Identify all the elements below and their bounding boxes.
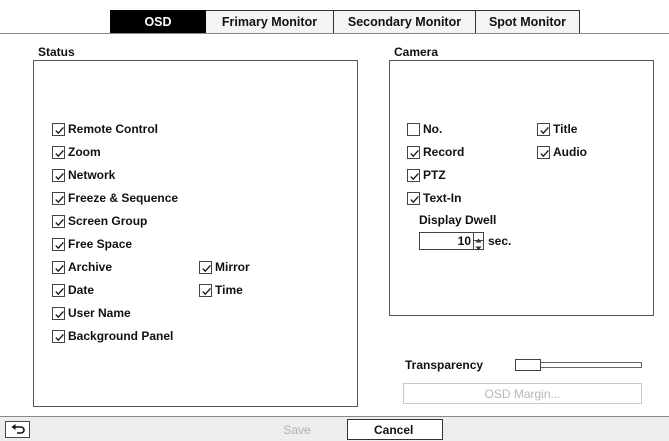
checkbox-box — [52, 237, 65, 251]
checkbox-label: Archive — [68, 260, 113, 274]
checkbox-label: No. — [423, 122, 443, 136]
checkmark-icon — [55, 310, 64, 318]
checkbox-box — [407, 145, 420, 159]
checkbox-box — [407, 122, 420, 136]
save-button[interactable]: Save — [249, 421, 345, 439]
checkbox-box — [52, 283, 65, 297]
camera-group-title: Camera — [394, 45, 439, 59]
checkmark-icon — [55, 333, 64, 341]
checkmark-icon — [410, 195, 419, 203]
checkmark-icon — [55, 172, 64, 180]
checkbox-label: Background Panel — [68, 329, 174, 343]
display-dwell-spinbox[interactable]: 10 — [419, 232, 484, 251]
checkbox-label: User Name — [68, 306, 131, 320]
status-background-panel-checkbox[interactable]: Background Panel — [52, 328, 173, 344]
status-free-space-checkbox[interactable]: Free Space — [52, 236, 132, 252]
camera-audio-checkbox[interactable]: Audio — [537, 144, 587, 160]
checkbox-box — [52, 329, 65, 343]
checkbox-label: Date — [68, 283, 95, 297]
checkbox-label: Time — [215, 283, 243, 297]
status-freeze-sequence-checkbox[interactable]: Freeze & Sequence — [52, 190, 178, 206]
osd-setup-dialog: OSD Frimary Monitor Secondary Monitor Sp… — [0, 0, 669, 441]
camera-record-checkbox[interactable]: Record — [407, 144, 464, 160]
back-button[interactable] — [5, 421, 30, 438]
display-dwell-label: Display Dwell — [419, 213, 497, 227]
checkbox-box — [52, 191, 65, 205]
checkbox-label: Network — [68, 168, 116, 182]
checkbox-label: Title — [553, 122, 578, 136]
status-group-box — [33, 60, 358, 407]
checkbox-label: Freeze & Sequence — [68, 191, 179, 205]
camera-group-box — [389, 60, 654, 316]
osd-margin-button[interactable]: OSD Margin... — [403, 383, 642, 404]
checkbox-box — [537, 145, 550, 159]
status-mirror-checkbox[interactable]: Mirror — [199, 259, 250, 275]
checkbox-box — [52, 214, 65, 228]
camera-no-checkbox[interactable]: No. — [407, 121, 442, 137]
checkmark-icon — [55, 264, 64, 272]
tab-divider — [0, 33, 669, 34]
status-user-name-checkbox[interactable]: User Name — [52, 305, 131, 321]
tab-primary-monitor[interactable]: Frimary Monitor — [206, 10, 334, 34]
status-group-title: Status — [38, 45, 75, 59]
checkbox-label: Mirror — [215, 260, 250, 274]
status-date-checkbox[interactable]: Date — [52, 282, 94, 298]
checkbox-box — [407, 191, 420, 205]
tab-spot-monitor[interactable]: Spot Monitor — [476, 10, 580, 34]
checkmark-icon — [202, 287, 211, 295]
checkmark-icon — [55, 149, 64, 157]
cancel-button[interactable]: Cancel — [347, 419, 443, 440]
camera-ptz-checkbox[interactable]: PTZ — [407, 167, 446, 183]
checkmark-icon — [540, 149, 549, 157]
checkbox-box — [52, 145, 65, 159]
status-network-checkbox[interactable]: Network — [52, 167, 115, 183]
status-remote-control-checkbox[interactable]: Remote Control — [52, 121, 158, 137]
checkmark-icon — [55, 218, 64, 226]
checkbox-label: Remote Control — [68, 122, 158, 136]
camera-title-checkbox[interactable]: Title — [537, 121, 577, 137]
checkbox-box — [199, 283, 212, 297]
spin-up-arrow-icon[interactable] — [474, 233, 483, 243]
tab-osd[interactable]: OSD — [110, 10, 206, 34]
checkbox-box — [199, 260, 212, 274]
checkbox-box — [52, 260, 65, 274]
transparency-slider-thumb[interactable] — [515, 359, 541, 371]
return-arrow-icon — [11, 423, 25, 437]
checkmark-icon — [55, 287, 64, 295]
checkbox-label: Free Space — [68, 237, 133, 251]
checkbox-label: Text-In — [423, 191, 462, 205]
checkbox-label: Record — [423, 145, 465, 159]
spin-down-arrow-icon[interactable] — [474, 241, 483, 251]
checkbox-box — [407, 168, 420, 182]
camera-text-in-checkbox[interactable]: Text-In — [407, 190, 461, 206]
display-dwell-unit: sec. — [488, 234, 512, 248]
status-zoom-checkbox[interactable]: Zoom — [52, 144, 101, 160]
checkmark-icon — [540, 126, 549, 134]
checkbox-box — [537, 122, 550, 136]
tab-secondary-monitor[interactable]: Secondary Monitor — [334, 10, 476, 34]
checkbox-label: PTZ — [423, 168, 446, 182]
checkbox-label: Screen Group — [68, 214, 148, 228]
checkmark-icon — [410, 172, 419, 180]
checkmark-icon — [55, 126, 64, 134]
checkbox-box — [52, 122, 65, 136]
display-dwell-value: 10 — [457, 234, 471, 248]
checkbox-box — [52, 168, 65, 182]
spin-arrows — [473, 233, 483, 251]
status-screen-group-checkbox[interactable]: Screen Group — [52, 213, 147, 229]
status-time-checkbox[interactable]: Time — [199, 282, 243, 298]
checkbox-label: Zoom — [68, 145, 101, 159]
checkmark-icon — [55, 241, 64, 249]
checkbox-box — [52, 306, 65, 320]
tab-bar: OSD Frimary Monitor Secondary Monitor Sp… — [110, 10, 580, 34]
checkmark-icon — [410, 149, 419, 157]
checkmark-icon — [55, 195, 64, 203]
transparency-label: Transparency — [405, 358, 484, 372]
status-archive-checkbox[interactable]: Archive — [52, 259, 112, 275]
checkmark-icon — [202, 264, 211, 272]
checkbox-label: Audio — [553, 145, 587, 159]
